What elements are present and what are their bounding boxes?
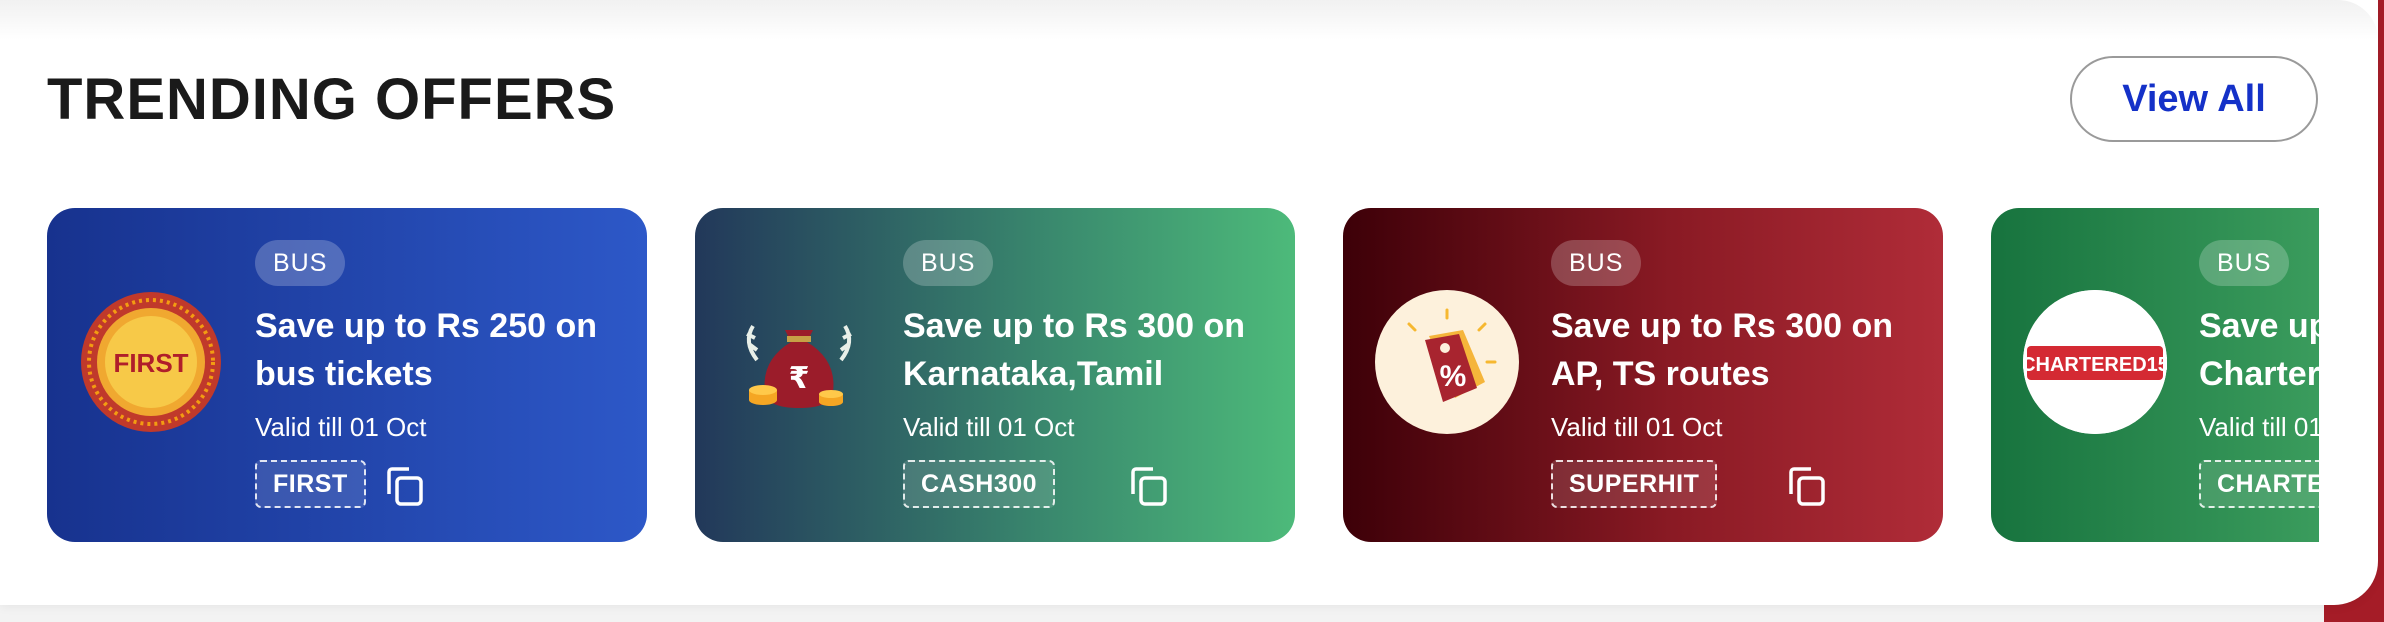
category-tag: BUS bbox=[2199, 240, 2290, 286]
offer-code: CHARTERED15 bbox=[2199, 460, 2319, 508]
offers-carousel[interactable]: FIRST BUS Save up to Rs 250 on bus ticke… bbox=[47, 208, 2319, 542]
copy-code-icon[interactable] bbox=[1783, 462, 1833, 512]
discount-tag-icon: % bbox=[1375, 290, 1519, 434]
offer-title: Save up to Rs 300 on AP, TS routes bbox=[1551, 307, 1893, 393]
offer-card-chartered15[interactable]: CHARTERED15 BUS Save up to Rs 300 on Cha… bbox=[1991, 208, 2319, 542]
offer-validity: Valid till 01 Oct bbox=[903, 412, 1075, 442]
category-tag: BUS bbox=[903, 240, 994, 286]
section-title: TRENDING OFFERS bbox=[47, 67, 617, 132]
copy-code-icon[interactable] bbox=[381, 462, 431, 512]
offer-code: FIRST bbox=[255, 460, 366, 508]
offer-title: Save up to Rs 250 on bus tickets bbox=[255, 307, 597, 393]
category-tag: BUS bbox=[1551, 240, 1642, 286]
svg-text:%: % bbox=[1440, 360, 1467, 393]
first-badge-icon: FIRST bbox=[79, 290, 223, 434]
offer-code: SUPERHIT bbox=[1551, 460, 1718, 508]
offer-validity: Valid till 01 Oct bbox=[2199, 412, 2319, 442]
offer-title: Save up to Rs 300 on Karnataka,Tamil bbox=[903, 307, 1245, 393]
trending-offers-section: TRENDING OFFERS View All FIRST BUS Save … bbox=[0, 0, 2378, 605]
chartered15-logo-text: CHARTERED15 bbox=[2023, 354, 2167, 376]
offer-card-superhit[interactable]: % BUS Save up to Rs 300 on AP, TS routes… bbox=[1343, 208, 1943, 542]
panel-shade bbox=[0, 0, 2378, 40]
first-badge-text: FIRST bbox=[113, 348, 188, 378]
offer-card-first[interactable]: FIRST BUS Save up to Rs 250 on bus ticke… bbox=[47, 208, 647, 542]
chartered15-logo-icon: CHARTERED15 bbox=[2023, 290, 2167, 434]
rupee-money-bag-icon: ₹ bbox=[727, 290, 871, 434]
category-tag: BUS bbox=[255, 240, 346, 286]
offer-validity: Valid till 01 Oct bbox=[1551, 412, 1723, 442]
offer-card-cash300[interactable]: ₹ BUS Save up to Rs 300 on Karnataka,Tam… bbox=[695, 208, 1295, 542]
svg-text:₹: ₹ bbox=[789, 361, 810, 396]
view-all-button[interactable]: View All bbox=[2070, 56, 2318, 142]
offer-title: Save up to Rs 300 on Chartered bbox=[2199, 307, 2319, 393]
offer-validity: Valid till 01 Oct bbox=[255, 412, 427, 442]
copy-code-icon[interactable] bbox=[1125, 462, 1175, 512]
offer-code: CASH300 bbox=[903, 460, 1056, 508]
